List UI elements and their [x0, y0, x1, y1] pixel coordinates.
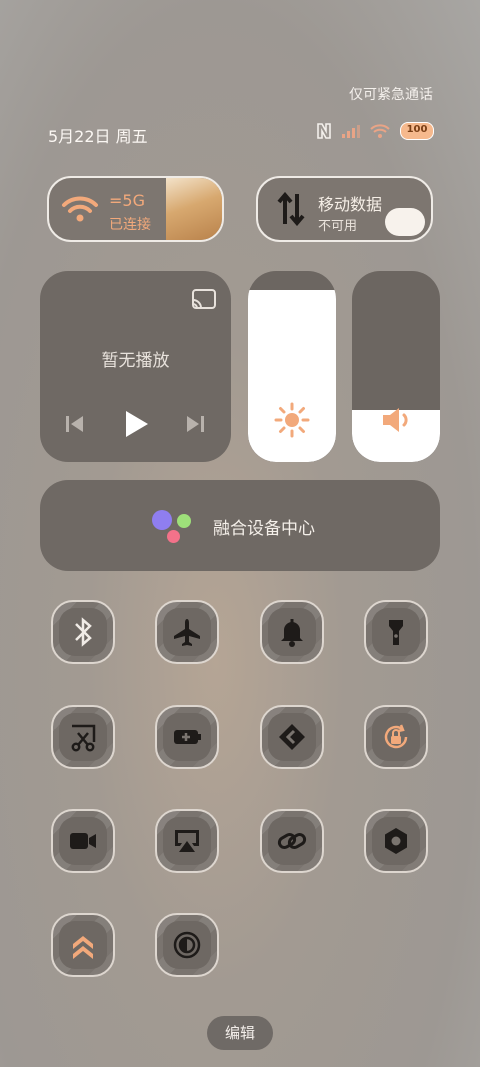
dark-mode-icon: [163, 921, 211, 969]
toggle-bell[interactable]: [260, 600, 324, 664]
mobile-data-tile[interactable]: 移动数据 不可用: [256, 176, 433, 242]
toggle-battery-saver[interactable]: [155, 705, 219, 769]
media-card[interactable]: 暂无播放: [40, 271, 231, 462]
screen-record-icon: [59, 817, 107, 865]
toggle-share-arrow[interactable]: [260, 705, 324, 769]
mobile-data-status: 不可用: [318, 219, 358, 234]
toggle-chevrons-up[interactable]: [51, 913, 115, 977]
wifi-tile[interactable]: =5G 已连接: [47, 176, 224, 242]
screen-cast-icon: [163, 817, 211, 865]
toggle-flashlight[interactable]: [364, 600, 428, 664]
device-center-label: 融合设备中心: [213, 519, 315, 539]
speaker-icon: [381, 406, 413, 438]
date-text: 5月22日 周五: [48, 127, 148, 146]
wifi-status: 已连接: [109, 217, 151, 233]
hex-nut-icon: [372, 817, 420, 865]
device-center-icon: [152, 508, 196, 544]
toggle-hex-nut[interactable]: [364, 809, 428, 873]
toggle-screen-cast[interactable]: [155, 809, 219, 873]
sun-icon: [274, 402, 310, 442]
flashlight-icon: [372, 608, 420, 656]
screenshot-scissors-icon: [59, 713, 107, 761]
airplane-icon: [163, 608, 211, 656]
emergency-calls-notice: 仅可紧急通话: [349, 87, 433, 103]
dog-sticker: [385, 208, 425, 236]
toggle-dark-mode[interactable]: [155, 913, 219, 977]
volume-slider[interactable]: [352, 271, 440, 462]
brightness-slider[interactable]: [248, 271, 336, 462]
chevrons-up-icon: [59, 921, 107, 969]
link-icon: [268, 817, 316, 865]
status-icons: 100: [316, 122, 434, 140]
nfc-icon: [316, 122, 332, 140]
toggle-bluetooth[interactable]: [51, 600, 115, 664]
wifi-status-icon: [370, 123, 390, 139]
toggle-screen-record[interactable]: [51, 809, 115, 873]
wifi-icon: [61, 194, 99, 228]
media-title: 暂无播放: [101, 351, 170, 371]
data-transfer-icon: [276, 191, 306, 230]
share-arrow-icon: [268, 713, 316, 761]
bluetooth-icon: [59, 608, 107, 656]
next-icon[interactable]: [185, 414, 205, 438]
play-icon[interactable]: [124, 410, 150, 442]
toggle-rotation-lock[interactable]: [364, 705, 428, 769]
rotation-lock-icon: [372, 713, 420, 761]
bell-icon: [268, 608, 316, 656]
battery-icon: 100: [400, 122, 434, 140]
wifi-name: =5G: [109, 191, 145, 210]
battery-label: 100: [406, 124, 428, 135]
previous-icon[interactable]: [65, 414, 85, 438]
toggle-link[interactable]: [260, 809, 324, 873]
battery-saver-icon: [163, 713, 211, 761]
toggle-screenshot-scissors[interactable]: [51, 705, 115, 769]
dog-photo-sticker: [166, 178, 222, 240]
cast-icon[interactable]: [191, 288, 217, 314]
edit-button[interactable]: 编辑: [207, 1016, 273, 1050]
toggle-airplane[interactable]: [155, 600, 219, 664]
device-center-card[interactable]: 融合设备中心: [40, 480, 440, 571]
mobile-data-label: 移动数据: [318, 195, 383, 214]
signal-icon: [342, 124, 360, 138]
